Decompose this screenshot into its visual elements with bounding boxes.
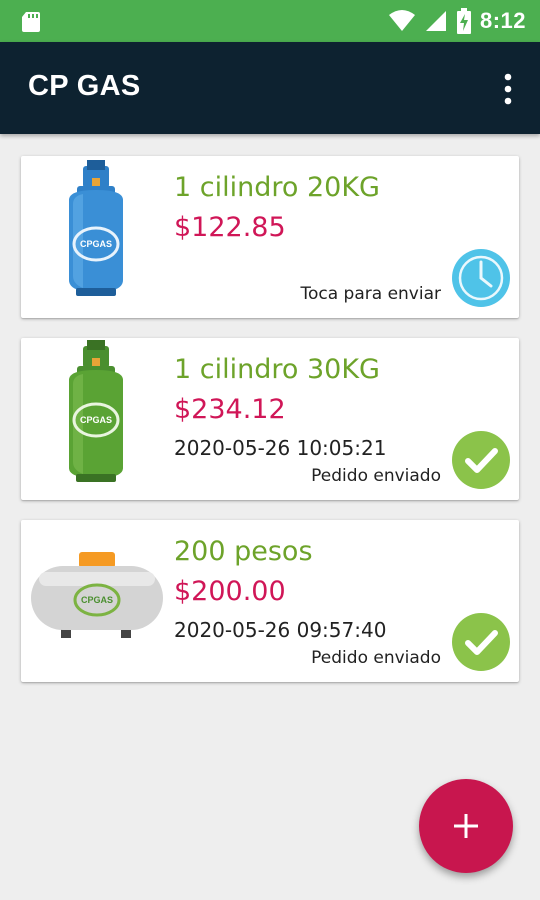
battery-charging-icon (456, 8, 471, 34)
svg-text:CPGAS: CPGAS (81, 595, 113, 605)
order-timestamp: 2020-05-26 10:05:21 (174, 436, 387, 460)
stationary-tank-icon: CPGAS (31, 552, 163, 638)
signal-icon (425, 11, 446, 31)
svg-text:CPGAS: CPGAS (80, 415, 112, 425)
order-card[interactable]: CPGAS 200 pesos $200.00 2020-05-26 09:57… (21, 520, 519, 682)
order-status: Pedido enviado (311, 466, 441, 486)
app-title: CP GAS (28, 70, 141, 102)
wifi-icon (388, 10, 415, 31)
product-name: 200 pesos (174, 536, 313, 567)
product-price: $200.00 (174, 576, 286, 607)
order-status: Pedido enviado (311, 648, 441, 668)
svg-text:CPGAS: CPGAS (80, 239, 112, 249)
order-card[interactable]: CPGAS 1 cilindro 20KG $122.85 Toca para … (21, 156, 519, 318)
order-card[interactable]: CPGAS 1 cilindro 30KG $234.12 2020-05-26… (21, 338, 519, 500)
check-circle-icon (452, 431, 510, 489)
order-status: Toca para enviar (300, 284, 441, 304)
sd-card-icon (22, 12, 40, 32)
order-timestamp: 2020-05-26 09:57:40 (174, 618, 387, 642)
plus-icon (454, 814, 478, 838)
app-bar: CP GAS (0, 42, 540, 134)
status-bar: 8:12 (0, 0, 540, 42)
product-name: 1 cilindro 20KG (174, 172, 380, 203)
product-price: $234.12 (174, 394, 286, 425)
add-order-button[interactable] (419, 779, 513, 873)
blue-cylinder-icon: CPGAS (69, 160, 123, 296)
product-name: 1 cilindro 30KG (174, 354, 380, 385)
check-circle-icon (452, 613, 510, 671)
product-price: $122.85 (174, 212, 286, 243)
green-cylinder-icon: CPGAS (69, 340, 123, 482)
status-time: 8:12 (479, 8, 526, 33)
clock-icon[interactable] (451, 248, 511, 308)
more-vert-icon[interactable] (504, 73, 512, 105)
